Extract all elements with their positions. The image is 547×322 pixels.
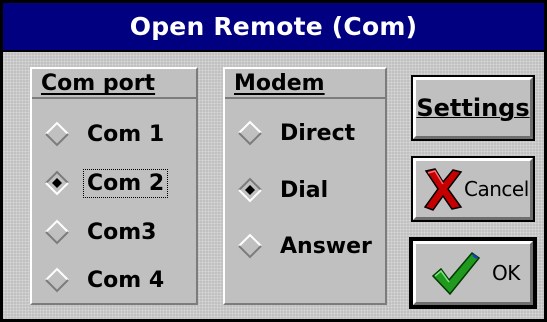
radio-label: Com3 [87, 219, 157, 245]
radio-answer[interactable]: Answer [237, 229, 376, 263]
radio-label: Com 1 [87, 121, 165, 147]
radio-label: Answer [280, 233, 372, 259]
radio-diamond-selected-icon [237, 177, 263, 203]
settings-button[interactable]: Settings [411, 75, 535, 141]
radio-diamond-selected-icon [44, 170, 70, 196]
radio-diamond-icon [44, 267, 70, 293]
dialog-title: Open Remote (Com) [129, 12, 418, 41]
title-bar[interactable]: Open Remote (Com) [3, 3, 544, 52]
radio-com-4[interactable]: Com 4 [44, 263, 168, 297]
cancel-button-label: Cancel [464, 177, 529, 201]
modem-group-title: Modem [234, 70, 325, 96]
modem-group-header: Modem [225, 69, 385, 99]
radio-diamond-icon [44, 121, 70, 147]
radio-com-3[interactable]: Com3 [44, 215, 161, 249]
radio-diamond-icon [237, 233, 263, 259]
open-remote-dialog: Open Remote (Com) Com port Com 1 Com 2 C… [0, 0, 547, 322]
com-port-group-header: Com port [32, 69, 196, 99]
ok-button[interactable]: OK [409, 237, 537, 309]
radio-com-1[interactable]: Com 1 [44, 117, 168, 151]
modem-group: Modem Direct Dial Answer [223, 67, 387, 305]
radio-label: Com 4 [87, 267, 165, 293]
radio-label: Direct [280, 120, 356, 146]
radio-diamond-icon [237, 120, 263, 146]
radio-label: Dial [280, 177, 329, 203]
cancel-button[interactable]: Cancel [411, 156, 535, 222]
com-port-group-title: Com port [41, 70, 156, 96]
radio-dial[interactable]: Dial [237, 173, 332, 207]
radio-com-2[interactable]: Com 2 [44, 166, 169, 200]
radio-diamond-icon [44, 219, 70, 245]
radio-label-focused: Com 2 [83, 168, 169, 198]
green-checkmark-icon [430, 250, 481, 296]
com-port-group: Com port Com 1 Com 2 Com3 Com 4 [30, 67, 198, 305]
red-x-icon [422, 166, 464, 212]
settings-button-label: Settings [416, 94, 530, 122]
radio-direct[interactable]: Direct [237, 116, 359, 150]
ok-button-label: OK [492, 261, 520, 285]
